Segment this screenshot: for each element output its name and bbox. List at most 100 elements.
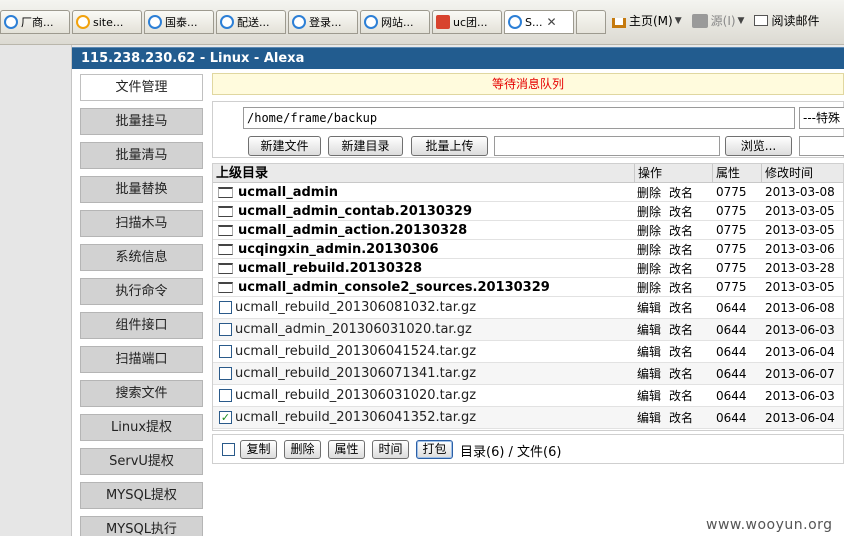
new-tab-button[interactable] bbox=[576, 10, 606, 34]
dir-link[interactable]: ucmall_rebuild.20130328 bbox=[238, 261, 422, 276]
mtime-link[interactable]: 2013-03-05 bbox=[765, 221, 835, 239]
rename-link[interactable]: 改名 bbox=[669, 365, 693, 382]
pack-button[interactable]: 打包 bbox=[416, 440, 453, 459]
attr-link[interactable]: 0644 bbox=[716, 319, 747, 340]
file-checkbox[interactable] bbox=[219, 367, 232, 380]
browser-tab[interactable]: 登录... bbox=[288, 10, 358, 34]
mtime-link[interactable]: 2013-03-28 bbox=[765, 259, 835, 277]
attr-link[interactable]: 0775 bbox=[716, 259, 747, 277]
attr-link[interactable]: 0644 bbox=[716, 363, 747, 384]
mtime-link[interactable]: 2013-03-06 bbox=[765, 240, 835, 258]
mtime-link[interactable]: 2013-03-05 bbox=[765, 202, 835, 220]
edit-link[interactable]: 编辑 bbox=[637, 387, 661, 404]
attr-link[interactable]: 0775 bbox=[716, 183, 747, 201]
delete-link[interactable]: 删除 bbox=[637, 241, 661, 258]
mtime-link[interactable]: 2013-03-08 bbox=[765, 183, 835, 201]
mtime-link[interactable]: 2013-06-08 bbox=[765, 297, 835, 318]
parent-dir-link[interactable]: 上级目录 bbox=[213, 164, 635, 183]
sidebar-item[interactable]: 扫描木马 bbox=[80, 210, 203, 237]
new-dir-button[interactable]: 新建目录 bbox=[328, 136, 403, 156]
file-link[interactable]: ucmall_rebuild_201306081032.tar.gz bbox=[235, 300, 476, 315]
attr-link[interactable]: 0775 bbox=[716, 202, 747, 220]
upload-file-field[interactable] bbox=[494, 136, 720, 156]
attr-link[interactable]: 0775 bbox=[716, 278, 747, 296]
delete-link[interactable]: 删除 bbox=[637, 203, 661, 220]
sidebar-item[interactable]: 批量清马 bbox=[80, 142, 203, 169]
attr-link[interactable]: 0775 bbox=[716, 221, 747, 239]
file-link[interactable]: ucmall_rebuild_201306031020.tar.gz bbox=[235, 388, 476, 403]
attr-link[interactable]: 0644 bbox=[716, 297, 747, 318]
sidebar-item[interactable]: MYSQL执行 bbox=[80, 516, 203, 536]
browser-tab[interactable]: site... bbox=[72, 10, 142, 34]
sidebar-item[interactable]: MYSQL提权 bbox=[80, 482, 203, 509]
dir-link[interactable]: ucmall_admin_action.20130328 bbox=[238, 223, 467, 238]
rename-link[interactable]: 改名 bbox=[669, 343, 693, 360]
attr-link[interactable]: 0644 bbox=[716, 407, 747, 428]
special-dir-select[interactable]: ---特殊 bbox=[799, 107, 844, 129]
home-button[interactable]: 主页(M) ▼ bbox=[612, 12, 682, 29]
browser-tab[interactable]: 厂商... bbox=[0, 10, 70, 34]
attr-button[interactable]: 属性 bbox=[328, 440, 365, 459]
copy-button[interactable]: 复制 bbox=[240, 440, 277, 459]
rename-link[interactable]: 改名 bbox=[669, 387, 693, 404]
feeds-button[interactable]: 源(I) ▼ bbox=[691, 12, 745, 29]
browse-button[interactable]: 浏览... bbox=[725, 136, 792, 156]
rename-link[interactable]: 改名 bbox=[669, 241, 693, 258]
mtime-link[interactable]: 2013-03-05 bbox=[765, 278, 835, 296]
file-checkbox[interactable] bbox=[219, 389, 232, 402]
file-checkbox[interactable]: ✓ bbox=[219, 411, 232, 424]
edit-link[interactable]: 编辑 bbox=[637, 321, 661, 338]
close-icon[interactable]: ✕ bbox=[546, 15, 556, 29]
chevron-down-icon[interactable]: ▼ bbox=[675, 16, 682, 26]
delete-link[interactable]: 删除 bbox=[637, 260, 661, 277]
browser-tab[interactable]: 配送... bbox=[216, 10, 286, 34]
read-mail-button[interactable]: 阅读邮件 bbox=[754, 12, 819, 29]
chevron-down-icon[interactable]: ▼ bbox=[738, 16, 745, 26]
dir-link[interactable]: ucmall_admin_console2_sources.20130329 bbox=[238, 280, 550, 295]
file-link[interactable]: ucmall_rebuild_201306071341.tar.gz bbox=[235, 366, 476, 381]
file-link[interactable]: ucmall_rebuild_201306041524.tar.gz bbox=[235, 344, 476, 359]
sidebar-item[interactable]: 文件管理 bbox=[80, 74, 203, 101]
browser-tab[interactable]: 国泰... bbox=[144, 10, 214, 34]
rename-link[interactable]: 改名 bbox=[669, 321, 693, 338]
sidebar-item[interactable]: 组件接口 bbox=[80, 312, 203, 339]
browser-tab[interactable]: S... ✕ bbox=[504, 10, 574, 34]
sidebar-item[interactable]: ServU提权 bbox=[80, 448, 203, 475]
browser-tab[interactable]: 网站... bbox=[360, 10, 430, 34]
mtime-link[interactable]: 2013-06-03 bbox=[765, 385, 835, 406]
attr-link[interactable]: 0775 bbox=[716, 240, 747, 258]
delete-link[interactable]: 删除 bbox=[637, 279, 661, 296]
file-checkbox[interactable] bbox=[219, 345, 232, 358]
sidebar-item[interactable]: 扫描端口 bbox=[80, 346, 203, 373]
sidebar-item[interactable]: 批量替换 bbox=[80, 176, 203, 203]
edit-link[interactable]: 编辑 bbox=[637, 365, 661, 382]
browser-tab[interactable]: uc团... bbox=[432, 10, 502, 34]
time-button[interactable]: 时间 bbox=[372, 440, 409, 459]
rename-link[interactable]: 改名 bbox=[669, 260, 693, 277]
mtime-link[interactable]: 2013-06-04 bbox=[765, 341, 835, 362]
mtime-link[interactable]: 2013-06-03 bbox=[765, 319, 835, 340]
mtime-link[interactable]: 2013-06-07 bbox=[765, 363, 835, 384]
sidebar-item[interactable]: 系统信息 bbox=[80, 244, 203, 271]
edit-link[interactable]: 编辑 bbox=[637, 343, 661, 360]
new-file-button[interactable]: 新建文件 bbox=[248, 136, 321, 156]
file-link[interactable]: ucmall_rebuild_201306041352.tar.gz bbox=[235, 410, 476, 425]
attr-link[interactable]: 0644 bbox=[716, 385, 747, 406]
dir-link[interactable]: ucmall_admin_contab.20130329 bbox=[238, 204, 472, 219]
sidebar-item[interactable]: 搜索文件 bbox=[80, 380, 203, 407]
delete-link[interactable]: 删除 bbox=[637, 222, 661, 239]
edit-link[interactable]: 编辑 bbox=[637, 299, 661, 316]
select-all-checkbox[interactable] bbox=[222, 443, 235, 456]
dir-link[interactable]: ucmall_admin bbox=[238, 185, 338, 200]
file-checkbox[interactable] bbox=[219, 323, 232, 336]
rename-link[interactable]: 改名 bbox=[669, 184, 693, 201]
batch-upload-button[interactable]: 批量上传 bbox=[411, 136, 488, 156]
rename-link[interactable]: 改名 bbox=[669, 409, 693, 426]
attr-link[interactable]: 0644 bbox=[716, 341, 747, 362]
mtime-link[interactable]: 2013-06-04 bbox=[765, 407, 835, 428]
sidebar-item[interactable]: Linux提权 bbox=[80, 414, 203, 441]
rename-link[interactable]: 改名 bbox=[669, 222, 693, 239]
rename-link[interactable]: 改名 bbox=[669, 279, 693, 296]
sidebar-item[interactable]: 执行命令 bbox=[80, 278, 203, 305]
file-link[interactable]: ucmall_admin_201306031020.tar.gz bbox=[235, 322, 472, 337]
